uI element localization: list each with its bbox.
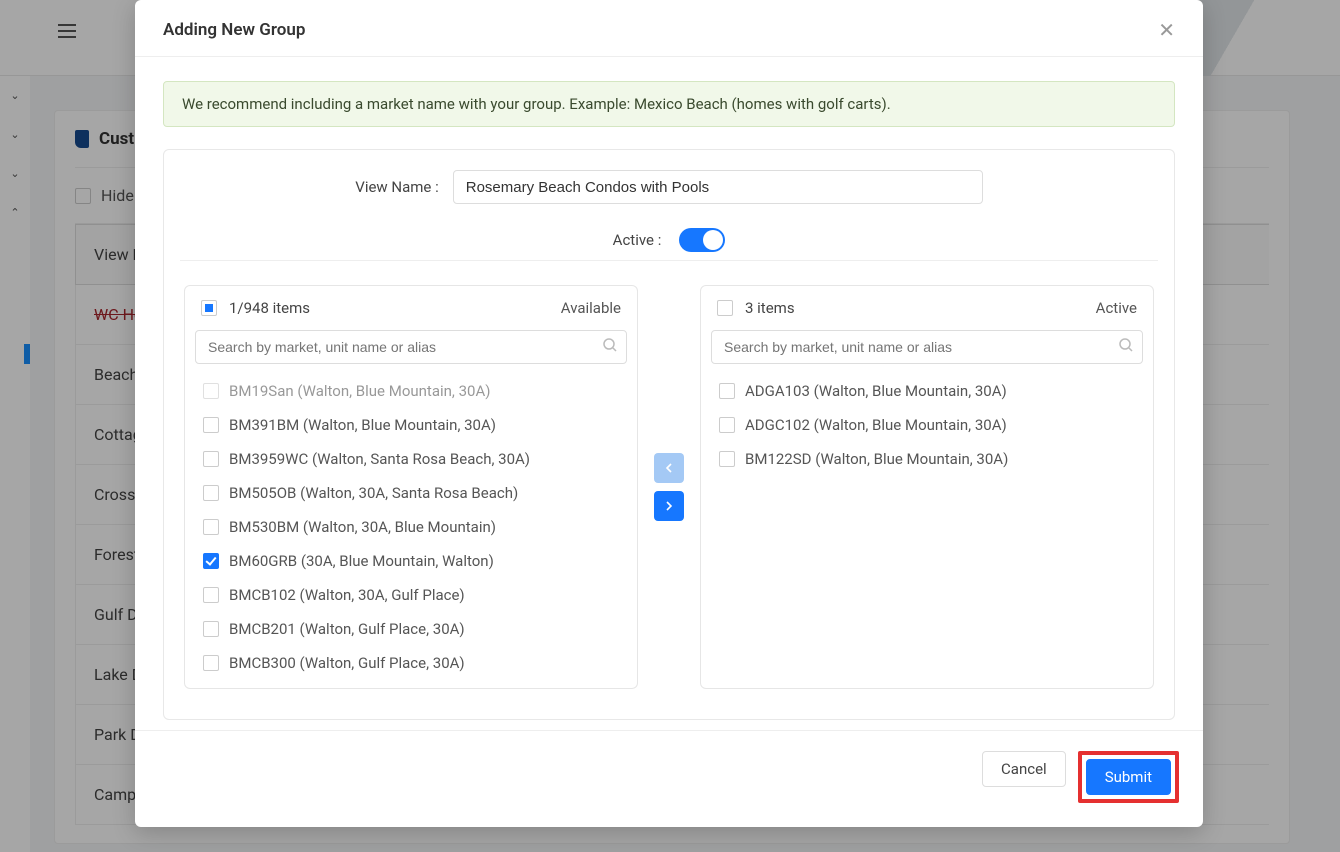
available-label: Available	[561, 299, 621, 317]
active-search-input[interactable]	[711, 330, 1143, 364]
item-checkbox[interactable]	[719, 417, 735, 433]
list-item[interactable]: BMCB102 (Walton, 30A, Gulf Place)	[201, 578, 627, 612]
view-name-label: View Name :	[355, 178, 438, 196]
modal-footer: Cancel Submit	[135, 730, 1203, 827]
list-item[interactable]: BM19San (Walton, Blue Mountain, 30A)	[201, 374, 627, 408]
item-label: BM505OB (Walton, 30A, Santa Rosa Beach)	[229, 484, 518, 502]
available-list[interactable]: BM19San (Walton, Blue Mountain, 30A) BM39…	[185, 372, 637, 688]
transfer-control: 1/948 items Available BM19San (Walton, B…	[180, 285, 1158, 689]
item-checkbox[interactable]	[719, 383, 735, 399]
search-icon	[1119, 338, 1133, 352]
transfer-arrows	[654, 285, 684, 689]
item-label: ADGA103 (Walton, Blue Mountain, 30A)	[745, 382, 1007, 400]
form-panel: View Name : Active : 1/948 items Availab…	[163, 149, 1175, 720]
item-label: BMCB300 (Walton, Gulf Place, 30A)	[229, 654, 465, 672]
available-panel: 1/948 items Available BM19San (Walton, B…	[184, 285, 638, 689]
cancel-button[interactable]: Cancel	[982, 751, 1066, 787]
list-item[interactable]: BM505OB (Walton, 30A, Santa Rosa Beach)	[201, 476, 627, 510]
submit-button[interactable]: Submit	[1086, 759, 1171, 795]
available-search-input[interactable]	[195, 330, 627, 364]
view-name-row: View Name :	[180, 170, 1158, 204]
add-group-modal: Adding New Group ✕ We recommend includin…	[135, 0, 1203, 827]
item-label: BMCB201 (Walton, Gulf Place, 30A)	[229, 620, 465, 638]
view-name-input[interactable]	[453, 170, 983, 204]
modal-title: Adding New Group	[163, 20, 305, 40]
list-item[interactable]: BM3959WC (Walton, Santa Rosa Beach, 30A)	[201, 442, 627, 476]
close-icon[interactable]: ✕	[1158, 20, 1175, 40]
item-checkbox[interactable]	[203, 417, 219, 433]
active-label: Active :	[613, 231, 662, 249]
item-label: BM60GRB (30A, Blue Mountain, Walton)	[229, 552, 494, 570]
available-count: 1/948 items	[229, 299, 310, 317]
item-label: BM391BM (Walton, Blue Mountain, 30A)	[229, 416, 496, 434]
active-status-label: Active	[1096, 299, 1137, 317]
item-checkbox[interactable]	[203, 485, 219, 501]
submit-highlight: Submit	[1078, 751, 1179, 803]
move-right-button[interactable]	[654, 491, 684, 521]
item-label: BMCB102 (Walton, 30A, Gulf Place)	[229, 586, 465, 604]
list-item[interactable]: ADGA103 (Walton, Blue Mountain, 30A)	[717, 374, 1143, 408]
modal-header: Adding New Group ✕	[135, 0, 1203, 57]
select-all-active-checkbox[interactable]	[717, 300, 733, 316]
active-row: Active :	[180, 228, 1158, 252]
item-checkbox[interactable]	[203, 451, 219, 467]
item-label: BM3959WC (Walton, Santa Rosa Beach, 30A)	[229, 450, 530, 468]
info-alert: We recommend including a market name wit…	[163, 81, 1175, 127]
list-item[interactable]: BMCB300 (Walton, Gulf Place, 30A)	[201, 646, 627, 680]
list-item[interactable]: BM60GRB (30A, Blue Mountain, Walton)	[201, 544, 627, 578]
list-item[interactable]: BM391BM (Walton, Blue Mountain, 30A)	[201, 408, 627, 442]
move-left-button[interactable]	[654, 453, 684, 483]
active-panel: 3 items Active ADGA103 (Walton, Blue Mou…	[700, 285, 1154, 689]
item-label: BM19San (Walton, Blue Mountain, 30A)	[229, 382, 490, 400]
item-checkbox[interactable]	[203, 587, 219, 603]
active-toggle[interactable]	[679, 228, 725, 252]
item-checkbox[interactable]	[719, 451, 735, 467]
item-checkbox[interactable]	[203, 553, 219, 569]
item-label: ADGC102 (Walton, Blue Mountain, 30A)	[745, 416, 1007, 434]
item-checkbox[interactable]	[203, 519, 219, 535]
list-item[interactable]: BM530BM (Walton, 30A, Blue Mountain)	[201, 510, 627, 544]
item-checkbox[interactable]	[203, 655, 219, 671]
item-checkbox[interactable]	[203, 621, 219, 637]
search-icon	[603, 338, 617, 352]
active-list[interactable]: ADGA103 (Walton, Blue Mountain, 30A) ADGC…	[701, 372, 1153, 688]
item-label: BM530BM (Walton, 30A, Blue Mountain)	[229, 518, 496, 536]
item-checkbox[interactable]	[203, 383, 219, 399]
list-item[interactable]: ADGC102 (Walton, Blue Mountain, 30A)	[717, 408, 1143, 442]
list-item[interactable]: BM122SD (Walton, Blue Mountain, 30A)	[717, 442, 1143, 476]
divider	[180, 260, 1158, 261]
select-all-available-checkbox[interactable]	[201, 300, 217, 316]
list-item[interactable]: BMCB201 (Walton, Gulf Place, 30A)	[201, 612, 627, 646]
item-label: BM122SD (Walton, Blue Mountain, 30A)	[745, 450, 1008, 468]
active-count: 3 items	[745, 299, 795, 317]
